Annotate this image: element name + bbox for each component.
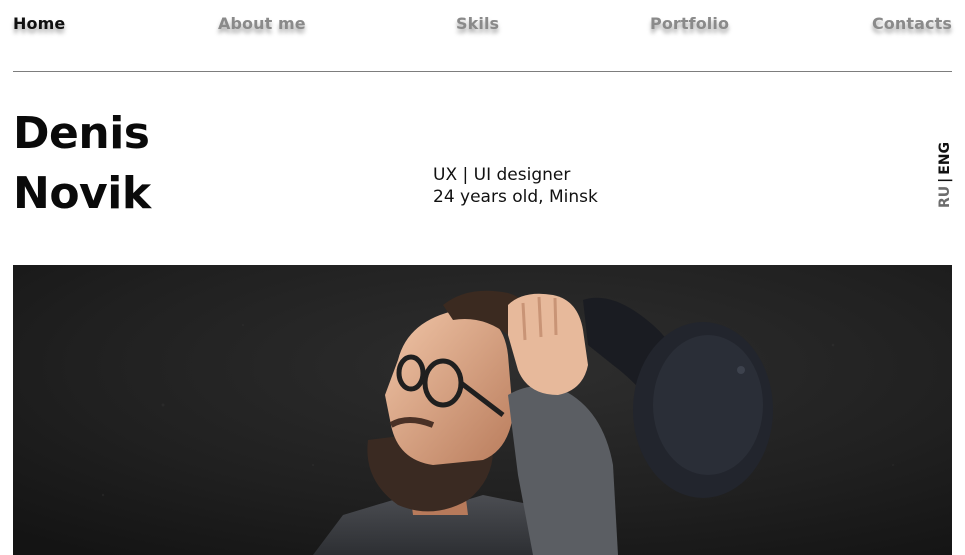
portfolio-page: Home About me Skils Portfolio Contacts D… xyxy=(0,0,965,555)
lang-ru-option[interactable]: RU xyxy=(937,186,953,208)
nav-about-link[interactable]: About me xyxy=(218,14,306,33)
portrait-illustration xyxy=(13,265,952,555)
lang-separator: | xyxy=(937,177,953,183)
last-name: Novik xyxy=(13,168,151,219)
first-name: Denis xyxy=(13,108,150,159)
nav-skills-link[interactable]: Skils xyxy=(456,14,499,33)
hero-photo xyxy=(13,265,952,555)
nav-home-link[interactable]: Home xyxy=(13,14,65,33)
nav-contacts-link[interactable]: Contacts xyxy=(872,14,952,33)
person-details: 24 years old, Minsk xyxy=(433,187,598,207)
person-info: UX | UI designer 24 years old, Minsk xyxy=(433,164,598,208)
main-navigation: Home About me Skils Portfolio Contacts xyxy=(13,0,952,72)
person-name-heading: Denis Novik xyxy=(13,104,151,224)
lang-eng-option[interactable]: ENG xyxy=(937,142,953,175)
nav-portfolio-link[interactable]: Portfolio xyxy=(650,14,729,33)
person-role: UX | UI designer xyxy=(433,165,571,185)
language-switcher: RU | ENG xyxy=(936,142,954,208)
